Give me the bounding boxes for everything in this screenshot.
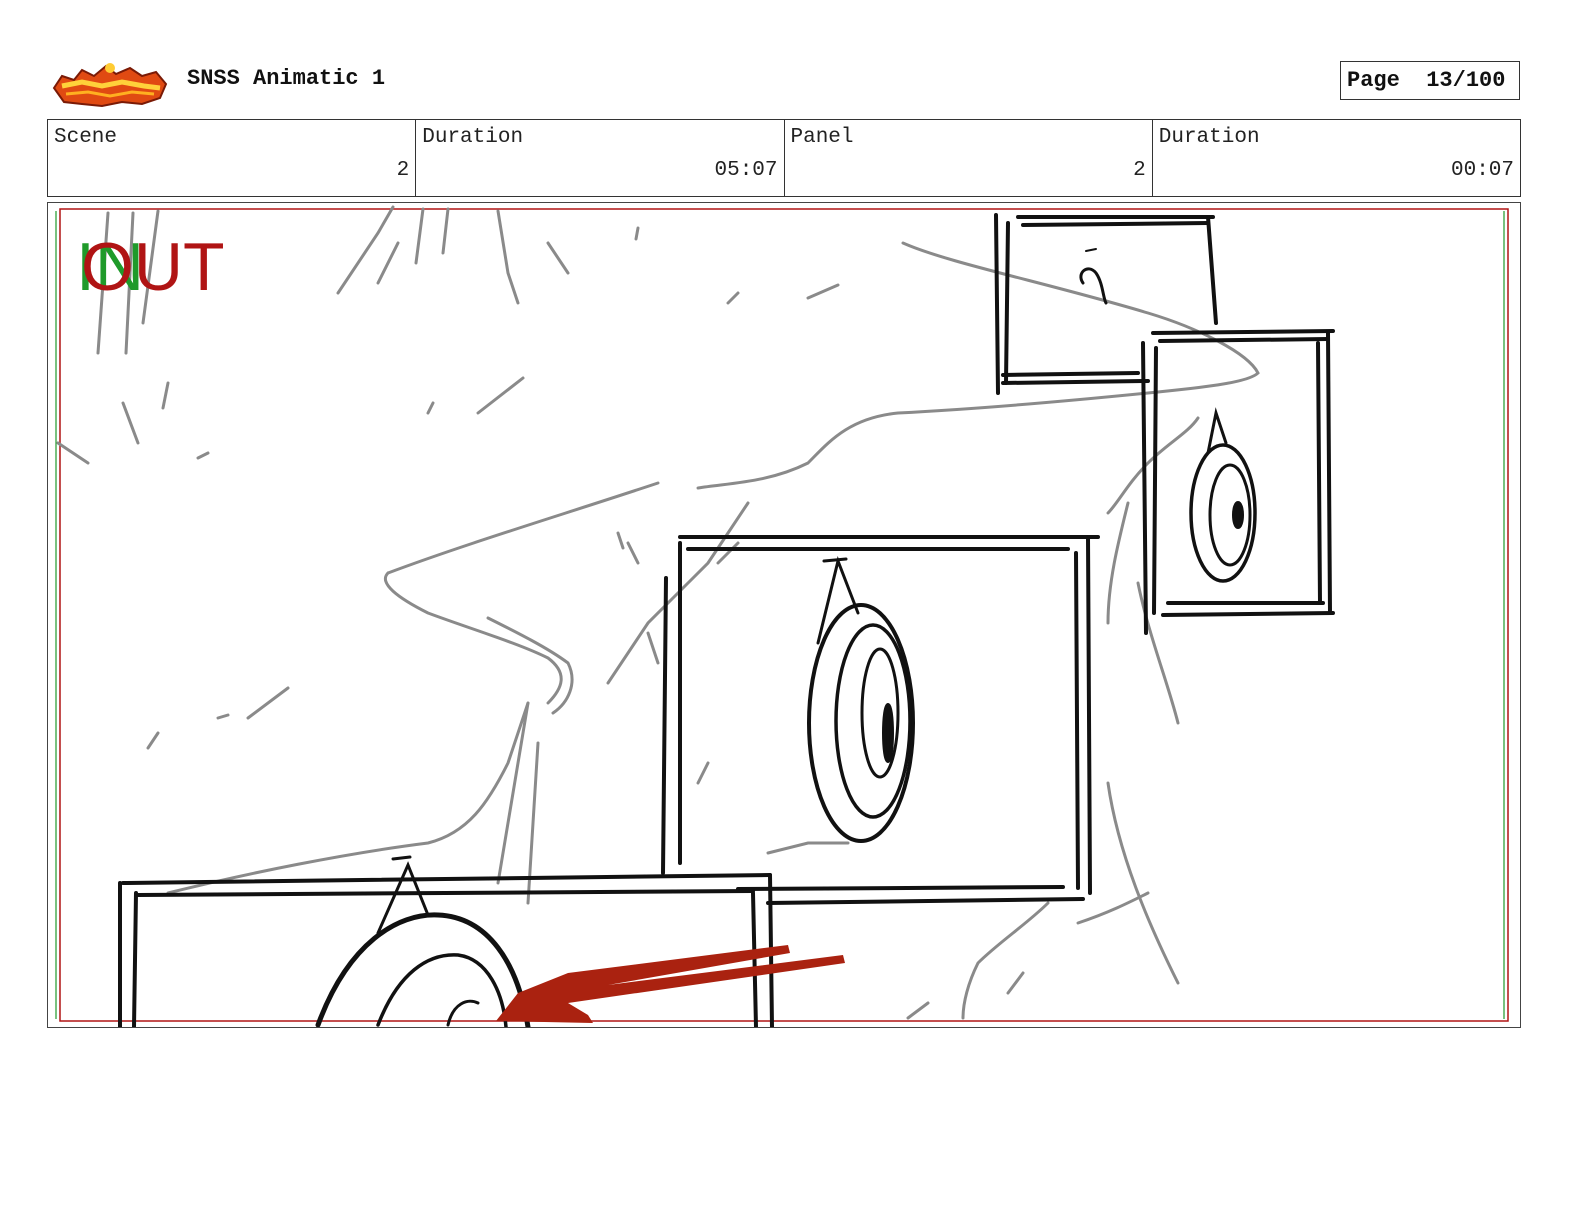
out-label: OUT	[81, 229, 225, 305]
panel-label: Panel	[790, 126, 854, 149]
document-title: SNSS Animatic 1	[187, 66, 386, 91]
scene-duration-value: 05:07	[714, 159, 778, 182]
scene-cell: Scene 2	[48, 120, 417, 196]
storyboard-panel: IN OUT	[47, 202, 1521, 1028]
page-indicator: Page 13/100	[1340, 61, 1520, 100]
scene-value: 2	[396, 159, 410, 182]
panel-duration-value: 00:07	[1450, 159, 1514, 182]
page-number: 13/100	[1426, 68, 1506, 93]
gong-box-middle	[661, 535, 1100, 905]
scene-duration-label: Duration	[422, 126, 524, 149]
scene-label: Scene	[54, 126, 118, 149]
panel-value: 2	[1133, 159, 1146, 182]
info-bar: Scene 2 Duration 05:07 Panel 2 Duration …	[47, 119, 1521, 197]
gong-box-far	[994, 213, 1218, 395]
sketch-drawing	[55, 205, 1509, 1027]
gong-box-right	[1141, 329, 1335, 635]
logo-icon	[52, 58, 168, 108]
scene-duration-cell: Duration 05:07	[416, 120, 785, 196]
motion-arrow	[496, 945, 845, 1023]
panel-duration-label: Duration	[1158, 126, 1260, 149]
page-label: Page	[1347, 68, 1400, 93]
panel-cell: Panel 2	[785, 120, 1153, 196]
panel-duration-cell: Duration 00:07	[1153, 120, 1520, 196]
gong-box-foreground	[118, 855, 774, 1027]
